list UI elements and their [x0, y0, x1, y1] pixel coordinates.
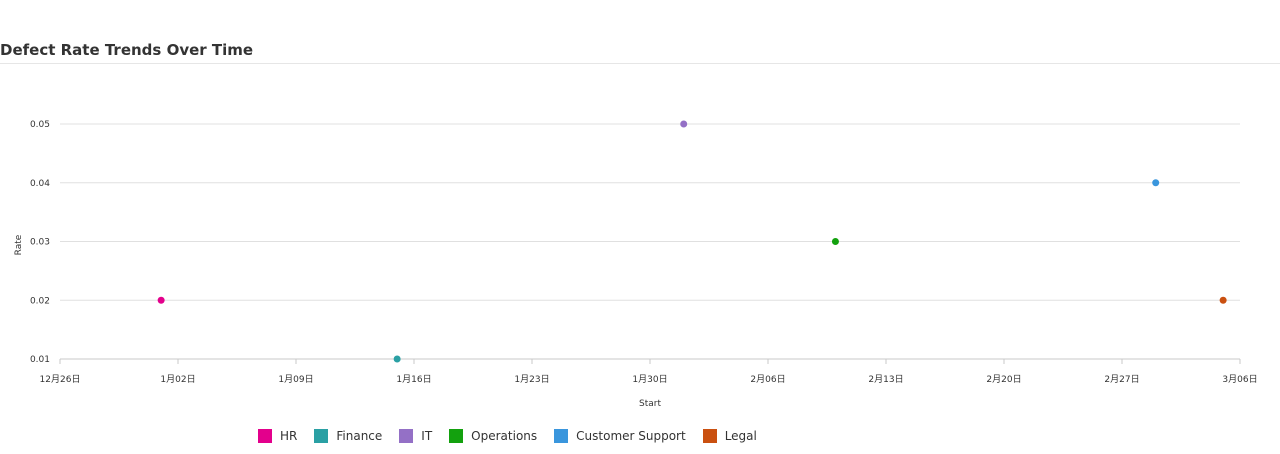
legend-label: HR — [280, 429, 298, 443]
data-point-it[interactable] — [680, 120, 688, 128]
x-tick-label: 1月23日 — [514, 374, 549, 385]
legend-label: Legal — [724, 429, 757, 443]
legend-item-customer-support[interactable]: Customer Support — [554, 429, 686, 443]
scatter-chart: 0.01 0.02 0.03 0.04 0.05 12月26日 1月02日 1月09日 1月16… — [14, 120, 1258, 409]
x-tick-label: 1月02日 — [160, 374, 195, 385]
data-point-legal[interactable] — [1219, 296, 1227, 304]
legend-swatch — [449, 429, 464, 443]
x-tick-label: 1月30日 — [632, 374, 667, 385]
legend-item-operations[interactable]: Operations — [449, 429, 537, 443]
y-tick-label: 0.01 — [30, 355, 50, 365]
legend-label: IT — [421, 429, 433, 443]
x-tick-label: 3月06日 — [1222, 374, 1257, 385]
legend-label: Operations — [471, 429, 538, 443]
legend-swatch — [702, 429, 717, 443]
legend-item-finance[interactable]: Finance — [314, 429, 382, 443]
data-point-finance[interactable] — [393, 355, 401, 363]
legend: HR Finance IT Operations Customer Support Leg… — [258, 429, 774, 443]
x-tick-label: 2月06日 — [750, 374, 785, 385]
data-point-operations[interactable] — [831, 238, 839, 245]
x-tick-label: 1月09日 — [278, 374, 313, 385]
x-tick-label: 2月27日 — [1104, 374, 1139, 385]
y-tick-label: 0.05 — [30, 120, 50, 130]
x-tick-label: 2月20日 — [986, 374, 1021, 385]
legend-swatch — [258, 429, 272, 443]
x-tick-label: 1月16日 — [396, 374, 431, 385]
x-tick-label: 2月13日 — [868, 374, 903, 385]
legend-label: Customer Support — [576, 429, 686, 443]
legend-item-hr[interactable]: HR — [258, 429, 297, 443]
axes: 0.01 0.02 0.03 0.04 0.05 12月26日 1月02日 1月09日 1月16… — [30, 120, 1258, 385]
y-tick-label: 0.04 — [30, 179, 50, 189]
y-tick-label: 0.03 — [30, 238, 50, 248]
legend-swatch — [399, 429, 414, 443]
legend-label: Finance — [336, 429, 383, 443]
legend-swatch — [314, 429, 329, 443]
grid-lines — [60, 123, 1240, 360]
x-tick-label: 12月26日 — [40, 374, 81, 385]
y-tick-label: 0.02 — [30, 296, 50, 306]
legend-item-it[interactable]: IT — [399, 429, 432, 443]
data-point-customer-support[interactable] — [1152, 179, 1160, 187]
x-axis-label: Start — [639, 399, 661, 409]
data-point-hr[interactable] — [157, 296, 165, 304]
legend-item-legal[interactable]: Legal — [702, 429, 757, 443]
y-axis-label: Rate — [14, 234, 24, 255]
legend-swatch — [554, 429, 569, 443]
